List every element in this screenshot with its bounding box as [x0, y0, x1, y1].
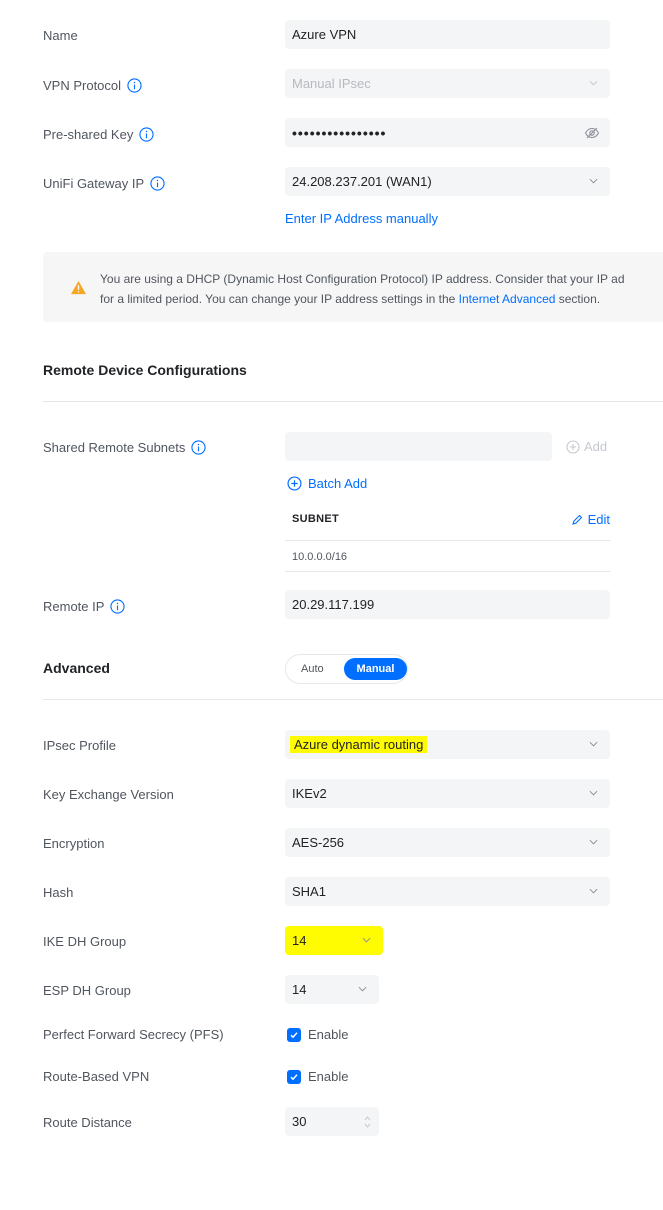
eye-off-icon[interactable]	[584, 125, 600, 141]
checkmark-icon[interactable]	[287, 1027, 301, 1042]
remote-ip-input[interactable]: 20.29.117.199	[285, 590, 610, 619]
psk-input[interactable]: ••••••••••••••••	[285, 118, 610, 147]
ike-dh-group-label: IKE DH Group	[43, 934, 127, 949]
info-icon[interactable]	[150, 176, 165, 191]
gateway-ip-value: 24.208.237.201 (WAN1)	[292, 174, 432, 189]
chevron-down-icon	[589, 80, 598, 86]
ipsec-profile-value: Azure dynamic routing	[290, 736, 428, 753]
vpn-protocol-value: Manual IPsec	[292, 76, 371, 91]
key-exchange-select[interactable]: IKEv2	[285, 779, 610, 808]
internet-advanced-link[interactable]: Internet Advanced	[459, 292, 556, 306]
gateway-ip-select[interactable]: 24.208.237.201 (WAN1)	[285, 167, 610, 196]
vpn-protocol-label: VPN Protocol	[43, 78, 142, 93]
encryption-value: AES-256	[292, 835, 345, 850]
route-distance-value: 30	[292, 1114, 307, 1129]
edit-subnets-button[interactable]: Edit	[571, 512, 610, 527]
plus-circle-icon	[287, 476, 302, 491]
gateway-ip-label: UniFi Gateway IP	[43, 176, 165, 191]
mode-manual-option[interactable]: Manual	[344, 658, 407, 680]
section-divider	[43, 401, 663, 402]
name-label: Name	[43, 28, 78, 43]
ike-dh-group-value: 14	[292, 933, 307, 948]
ipsec-profile-label: IPsec Profile	[43, 738, 116, 753]
subnet-table-header: SUBNET Edit	[285, 505, 610, 541]
remote-config-section-title: Remote Device Configurations	[43, 362, 247, 378]
route-based-vpn-label: Route-Based VPN	[43, 1069, 150, 1084]
key-exchange-value: IKEv2	[292, 786, 327, 801]
encryption-label: Encryption	[43, 836, 105, 851]
chevron-down-icon	[589, 178, 598, 184]
route-distance-label: Route Distance	[43, 1115, 132, 1130]
psk-label: Pre-shared Key	[43, 127, 154, 142]
chevron-down-icon	[589, 741, 598, 747]
subnet-input[interactable]	[285, 432, 552, 461]
subnet-cell: 10.0.0.0/16	[292, 551, 348, 563]
batch-add-button[interactable]: Batch Add	[287, 476, 367, 491]
warning-icon	[71, 280, 86, 295]
esp-dh-group-label: ESP DH Group	[43, 983, 131, 998]
route-distance-input[interactable]: 30	[285, 1107, 379, 1136]
pfs-label: Perfect Forward Secrecy (PFS)	[43, 1027, 224, 1042]
info-icon[interactable]	[110, 599, 126, 614]
vpn-settings-form: Name Azure VPN VPN Protocol Manual IPsec…	[0, 0, 663, 1210]
add-subnet-button[interactable]: Add	[566, 439, 607, 454]
hash-label: Hash	[43, 885, 74, 900]
remote-ip-label: Remote IP	[43, 599, 126, 614]
section-divider	[43, 699, 663, 700]
ike-dh-group-select[interactable]: 14	[285, 926, 383, 955]
info-icon[interactable]	[127, 78, 142, 93]
chevron-down-icon	[589, 888, 598, 894]
pfs-checkbox[interactable]: Enable	[287, 1027, 348, 1042]
ipsec-profile-select[interactable]: Azure dynamic routing	[285, 730, 610, 759]
pencil-icon	[571, 514, 582, 525]
plus-circle-icon	[566, 439, 580, 454]
dhcp-warning-notice: You are using a DHCP (Dynamic Host Confi…	[43, 252, 663, 322]
dhcp-warning-text: You are using a DHCP (Dynamic Host Confi…	[100, 272, 625, 306]
chevron-down-icon	[362, 937, 371, 943]
hash-select[interactable]: SHA1	[285, 877, 610, 906]
advanced-section-title: Advanced	[43, 660, 110, 676]
esp-dh-group-select[interactable]: 14	[285, 975, 379, 1004]
table-row: 10.0.0.0/16	[285, 541, 610, 572]
name-value: Azure VPN	[292, 27, 357, 42]
key-exchange-label: Key Exchange Version	[43, 787, 174, 802]
route-based-vpn-checkbox[interactable]: Enable	[287, 1069, 348, 1084]
hash-value: SHA1	[292, 884, 326, 899]
subnet-column-header: SUBNET	[292, 513, 340, 525]
psk-value: ••••••••••••••••	[292, 124, 387, 141]
info-icon[interactable]	[139, 127, 154, 142]
vpn-protocol-select: Manual IPsec	[285, 69, 610, 98]
stepper-icon[interactable]	[364, 1115, 371, 1129]
remote-ip-value: 20.29.117.199	[292, 597, 375, 612]
chevron-down-icon	[358, 986, 367, 992]
chevron-down-icon	[589, 839, 598, 845]
esp-dh-group-value: 14	[292, 982, 307, 997]
chevron-down-icon	[589, 790, 598, 796]
checkmark-icon[interactable]	[287, 1069, 301, 1084]
mode-auto-option[interactable]: Auto	[301, 663, 324, 675]
name-input[interactable]: Azure VPN	[285, 20, 610, 49]
enter-ip-manually-link[interactable]: Enter IP Address manually	[285, 211, 438, 226]
shared-remote-subnets-label: Shared Remote Subnets	[43, 440, 206, 455]
encryption-select[interactable]: AES-256	[285, 828, 610, 857]
info-icon[interactable]	[191, 440, 206, 455]
advanced-mode-toggle[interactable]: Auto Manual	[285, 654, 408, 684]
